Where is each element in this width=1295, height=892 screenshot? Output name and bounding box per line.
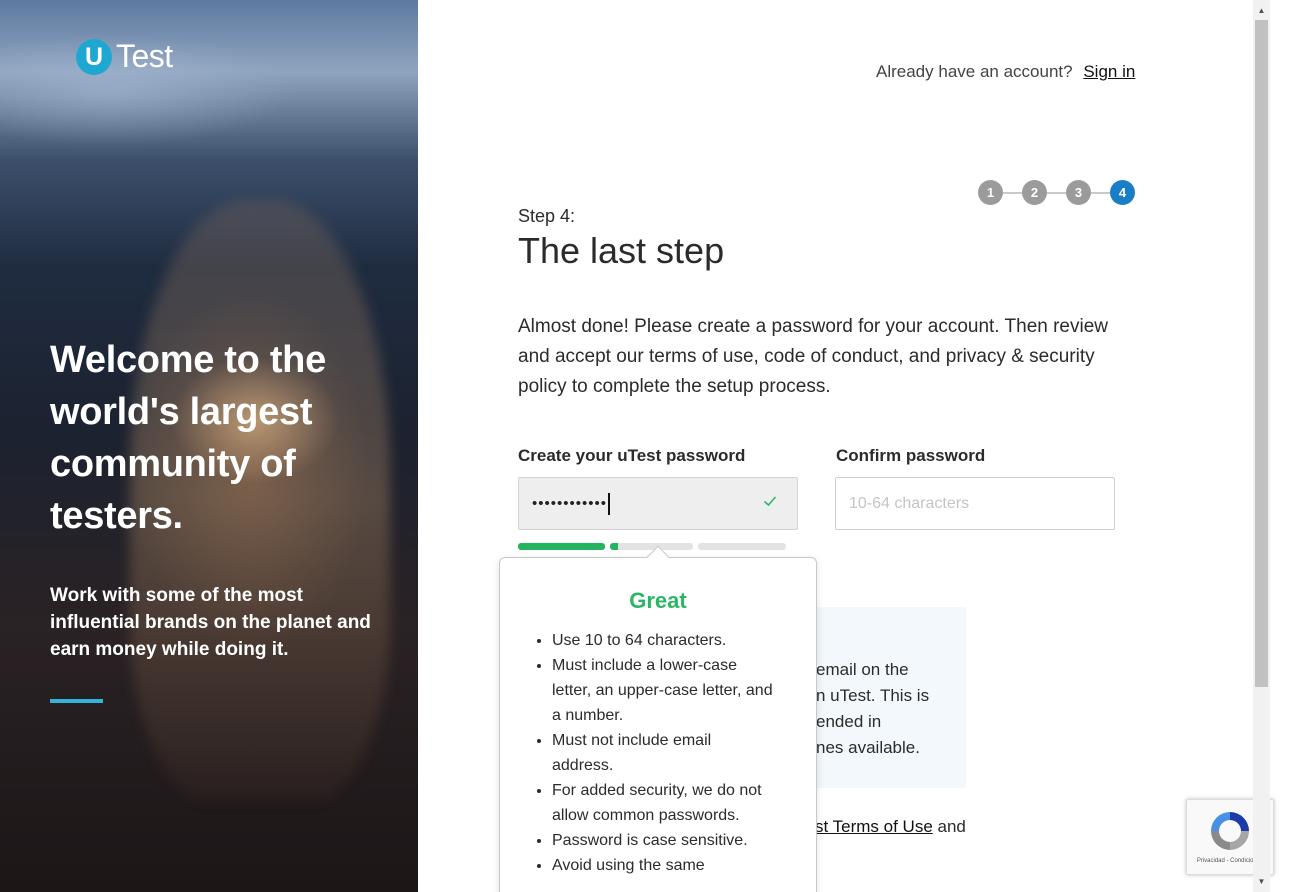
info-line: email on the (816, 660, 909, 679)
password-rule: Use 10 to 64 characters. (552, 628, 776, 653)
strength-segment (610, 543, 693, 550)
password-input[interactable]: •••••••••••• (518, 477, 798, 530)
strength-fill (518, 543, 605, 550)
info-line: n uTest. This is (816, 686, 930, 705)
hero-headline: Welcome to the world's largest community… (50, 339, 326, 537)
strength-rating: Great (629, 588, 687, 613)
step-4-dot: 4 (1110, 180, 1135, 205)
signin-link[interactable]: Sign in (1083, 62, 1135, 81)
step-3-dot: 3 (1066, 180, 1091, 205)
logo-mark: U (76, 38, 112, 75)
utest-logo[interactable]: U Test (76, 38, 173, 75)
recaptcha-icon (1211, 812, 1249, 850)
step-2-dot: 2 (1022, 180, 1047, 205)
password-rules-tooltip: Great Use 10 to 64 characters. Must incl… (499, 545, 817, 892)
info-line: ended in (816, 712, 882, 731)
step-1-dot: 1 (978, 180, 1003, 205)
strength-fill (610, 543, 619, 550)
intro-text: Almost done! Please create a password fo… (518, 316, 1109, 397)
terms-line: st Terms of Use and (815, 817, 966, 837)
vertical-scrollbar[interactable]: ▲ ▼ (1253, 0, 1270, 892)
scrollbar-thumb[interactable] (1255, 20, 1268, 687)
strength-segment (698, 543, 786, 550)
confirm-password-input[interactable]: 10-64 characters (835, 477, 1115, 530)
step-label: Step 4: (518, 206, 576, 226)
signin-prompt-text: Already have an account? (876, 62, 1073, 81)
info-line: nes available. (816, 738, 920, 757)
password-rule: Password is case sensitive. (552, 828, 776, 853)
step-connector (1003, 191, 1022, 194)
password-rule: Must include a lower-case letter, an upp… (552, 653, 776, 728)
password-rule: For added security, we do not allow comm… (552, 778, 776, 828)
hero-panel: U Test Welcome to the world's largest co… (0, 0, 418, 892)
password-label: Create your uTest password (518, 446, 746, 465)
password-rules-list: Use 10 to 64 characters. Must include a … (500, 628, 816, 878)
scroll-down-arrow-icon[interactable]: ▼ (1253, 873, 1270, 890)
terms-of-use-link[interactable]: st Terms of Use (815, 817, 933, 836)
step-connector (1091, 191, 1110, 194)
scroll-up-arrow-icon[interactable]: ▲ (1253, 2, 1270, 19)
logo-wordmark: Test (116, 38, 173, 74)
password-value: •••••••••••• (532, 495, 608, 512)
check-icon (763, 478, 777, 529)
password-rule: Must not include email address. (552, 728, 776, 778)
text-caret (608, 493, 611, 516)
hero-accent-line (50, 699, 103, 703)
terms-suffix: and (932, 817, 966, 836)
info-box-text: email on the n uTest. This is ended in n… (816, 657, 929, 761)
step-indicator: 1 2 3 4 (978, 180, 1135, 205)
signin-prompt: Already have an account? Sign in (876, 62, 1135, 82)
hero-subtext: Work with some of the most influential b… (50, 585, 371, 660)
page-title: The last step (518, 230, 725, 271)
confirm-password-label: Confirm password (836, 446, 986, 465)
strength-segment (518, 543, 605, 550)
password-rule: Avoid using the same (552, 853, 776, 878)
step-connector (1047, 191, 1066, 194)
